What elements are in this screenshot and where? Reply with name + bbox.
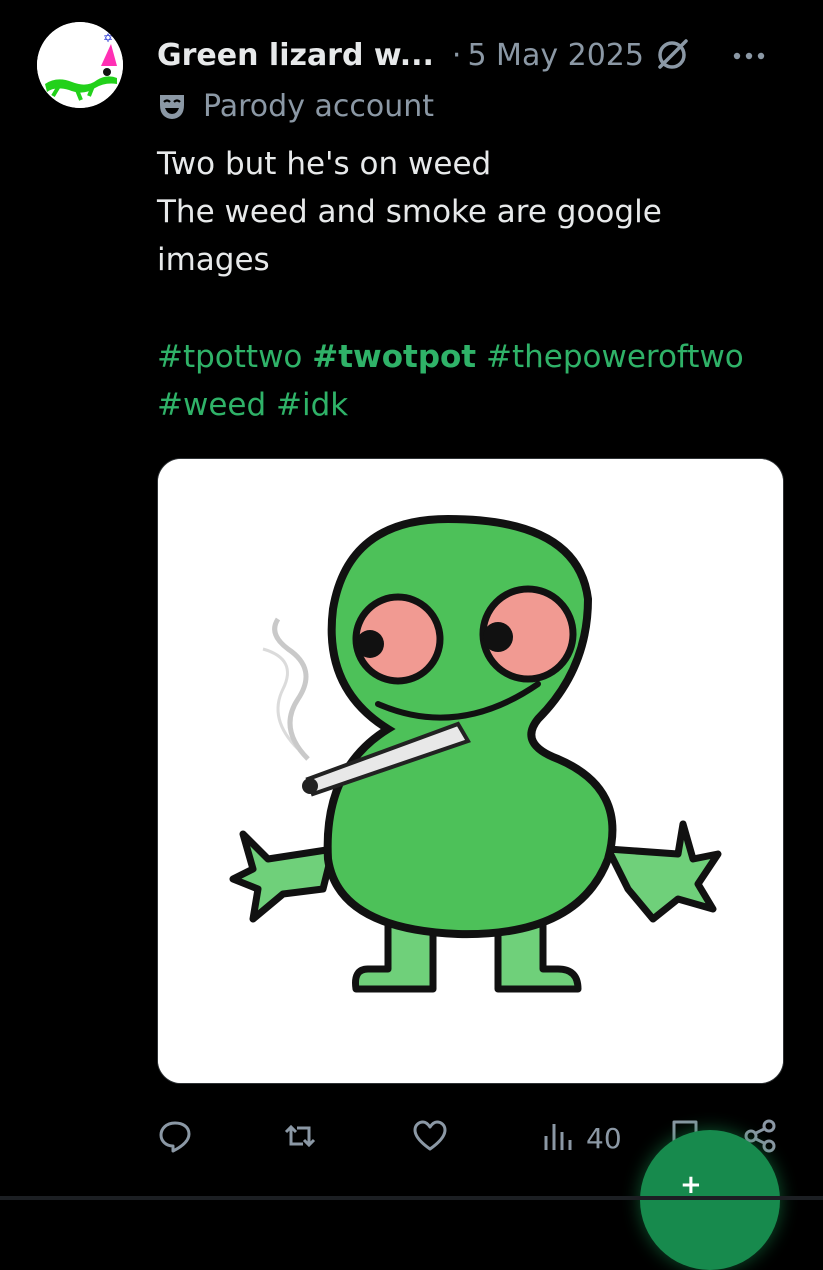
views-bar-icon <box>540 1118 576 1158</box>
reply-button[interactable] <box>157 1108 193 1168</box>
grok-icon[interactable] <box>654 37 690 73</box>
hashtag-link[interactable]: #thepoweroftwo <box>486 339 744 375</box>
hashtag-link[interactable]: #weed <box>157 387 266 423</box>
post-header: Green lizard w... · 5 May 2025 <box>157 30 783 80</box>
svg-text:✡: ✡ <box>103 31 113 45</box>
repost-button[interactable] <box>282 1108 318 1168</box>
hashtag-link[interactable]: #tpottwo <box>157 339 302 375</box>
repost-icon <box>282 1118 318 1158</box>
heart-icon <box>412 1118 448 1158</box>
views-button[interactable]: 40 <box>540 1108 622 1168</box>
post-text-line: images <box>157 242 270 278</box>
mask-icon <box>157 91 187 121</box>
date-separator: · <box>451 37 462 73</box>
bottom-divider <box>0 1196 823 1200</box>
hashtag-link[interactable]: #twotpot <box>312 339 476 375</box>
like-button[interactable] <box>412 1108 448 1168</box>
parody-label: Parody account <box>203 88 435 124</box>
post-text: Two but he's on weed The weed and smoke … <box>157 140 797 284</box>
parody-badge: Parody account <box>157 84 434 128</box>
hashtag-link[interactable]: #idk <box>276 387 348 423</box>
more-dots-icon[interactable] <box>729 36 769 76</box>
post-date[interactable]: 5 May 2025 <box>467 38 644 73</box>
avatar-lizard-image: ✡ <box>37 22 123 108</box>
post-text-line: The weed and smoke are google <box>157 194 662 230</box>
hashtag-list: #tpottwo #twotpot #thepoweroftwo #weed #… <box>157 333 797 429</box>
compose-fab-button[interactable]: + <box>640 1130 780 1270</box>
reply-icon <box>157 1118 193 1158</box>
author-name[interactable]: Green lizard w... <box>157 38 434 73</box>
view-count: 40 <box>586 1121 622 1155</box>
post-text-line: Two but he's on weed <box>157 146 492 182</box>
post-image[interactable] <box>157 458 784 1084</box>
smoking-two-character-drawing <box>158 459 783 1083</box>
avatar[interactable]: ✡ <box>37 22 123 108</box>
